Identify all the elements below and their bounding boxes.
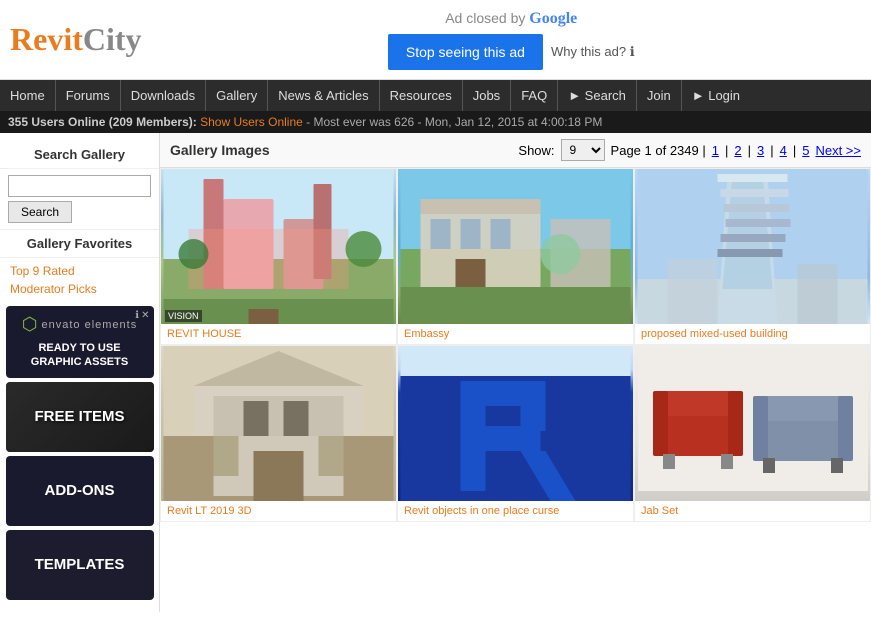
pagination-text: Page 1 of 2349 | xyxy=(611,143,706,158)
envato-leaf-icon: ⬡ xyxy=(22,314,38,335)
embassy-svg xyxy=(398,169,633,324)
header: RevitCity Ad closed by Google Stop seein… xyxy=(0,0,871,80)
addons-label: ADD-ONS xyxy=(45,482,115,499)
jab-svg xyxy=(638,345,868,491)
page-1-link[interactable]: 1 xyxy=(712,143,719,158)
free-items-label: FREE ITEMS xyxy=(34,408,124,425)
next-page-link[interactable]: Next >> xyxy=(815,143,861,158)
ad-close-icon[interactable]: ✕ xyxy=(141,310,149,321)
gallery-image-embassy xyxy=(398,169,633,324)
search-gallery-title: Search Gallery xyxy=(0,141,159,169)
ad-area: Ad closed by Google Stop seeing this ad … xyxy=(162,10,861,70)
nav-jobs[interactable]: Jobs xyxy=(463,80,510,111)
revitobj-svg xyxy=(398,346,633,501)
page-3-link[interactable]: 3 xyxy=(757,143,764,158)
online-count: 355 Users Online (209 Members): xyxy=(8,115,197,129)
search-input[interactable] xyxy=(8,175,151,197)
show-users-link[interactable]: Show Users Online xyxy=(200,115,303,129)
gallery-label-6[interactable]: Jab Set xyxy=(635,501,870,521)
addons-ad[interactable]: ADD-ONS xyxy=(6,456,154,526)
status-suffix: - Most ever was 626 - Mon, Jan 12, 2015 … xyxy=(306,115,602,129)
gallery-item-3[interactable]: proposed mixed-used building xyxy=(634,168,871,345)
nav-home[interactable]: Home xyxy=(0,80,55,111)
gallery-item-2[interactable]: Embassy xyxy=(397,168,634,345)
page-2-link[interactable]: 2 xyxy=(734,143,741,158)
nav-forums[interactable]: Forums xyxy=(56,80,120,111)
gallery-title: Gallery Images xyxy=(170,142,270,158)
tower-svg xyxy=(635,169,870,324)
page-4-link[interactable]: 4 xyxy=(780,143,787,158)
nav-list: Home Forums Downloads Gallery News & Art… xyxy=(0,80,871,111)
ad-info-icon[interactable]: ℹ xyxy=(135,310,139,321)
nav-gallery[interactable]: Gallery xyxy=(206,80,267,111)
templates-label: TEMPLATES xyxy=(35,556,125,573)
gallery-label-5[interactable]: Revit objects in one place curse xyxy=(398,501,633,521)
nav-downloads[interactable]: Downloads xyxy=(121,80,205,111)
envato-logo: ⬡ envato elements xyxy=(14,314,146,335)
gallery-image-revitobj xyxy=(398,346,633,501)
envato-tagline: READY TO USEGRAPHIC ASSETS xyxy=(14,341,146,370)
sidebar: Search Gallery Search Gallery Favorites … xyxy=(0,133,160,612)
gallery-item-6[interactable]: Jab Set xyxy=(634,345,871,522)
gallery-image-jab xyxy=(635,346,870,501)
nav-resources[interactable]: Resources xyxy=(380,80,462,111)
ad-closed-text: Ad closed by Google xyxy=(445,10,577,28)
page-5-link[interactable]: 5 xyxy=(802,143,809,158)
gallery-label-2[interactable]: Embassy xyxy=(398,324,633,344)
templates-ad[interactable]: TEMPLATES xyxy=(6,530,154,600)
show-label: Show: xyxy=(518,143,554,158)
gallery-image-house: VISION xyxy=(161,169,396,324)
gallery-image-tower xyxy=(635,169,870,324)
gallery-controls: Show: 9 18 27 36 Page 1 of 2349 | 1 | 2 … xyxy=(518,139,861,161)
gallery-favorites: Top 9 Rated Moderator Picks xyxy=(0,258,159,302)
envato-brand-text: envato elements xyxy=(42,319,138,331)
gallery-label-4[interactable]: Revit LT 2019 3D xyxy=(161,501,396,521)
nav-join[interactable]: Join xyxy=(637,80,681,111)
revitlt-svg xyxy=(161,346,396,501)
free-items-ad[interactable]: FREE ITEMS xyxy=(6,382,154,452)
nav-news[interactable]: News & Articles xyxy=(268,80,378,111)
search-button[interactable]: Search xyxy=(8,201,72,223)
gallery-grid: VISION REVIT HOUSE xyxy=(160,168,871,522)
envato-ad[interactable]: ℹ ✕ ⬡ envato elements READY TO USEGRAPHI… xyxy=(6,306,154,378)
gallery-item-4[interactable]: Revit LT 2019 3D xyxy=(160,345,397,522)
house-svg xyxy=(161,169,396,324)
main-layout: Search Gallery Search Gallery Favorites … xyxy=(0,133,871,612)
nav-faq[interactable]: FAQ xyxy=(511,80,557,111)
gallery-label-3[interactable]: proposed mixed-used building xyxy=(635,324,870,344)
gallery-label-1[interactable]: REVIT HOUSE xyxy=(161,324,396,344)
gallery-item-5[interactable]: Revit objects in one place curse xyxy=(397,345,634,522)
fav-moderator[interactable]: Moderator Picks xyxy=(10,280,149,298)
ad-close-icons: ℹ ✕ xyxy=(135,310,149,321)
gallery-header: Gallery Images Show: 9 18 27 36 Page 1 o… xyxy=(160,133,871,168)
ad-buttons: Stop seeing this ad Why this ad? ℹ xyxy=(388,34,635,70)
gallery-img-watermark: VISION xyxy=(165,310,202,322)
nav-search[interactable]: ► Search xyxy=(558,80,636,111)
gallery-item-1[interactable]: VISION REVIT HOUSE xyxy=(160,168,397,345)
nav-login[interactable]: ► Login xyxy=(682,80,750,111)
google-label: Google xyxy=(529,10,577,27)
status-bar: 355 Users Online (209 Members): Show Use… xyxy=(0,111,871,133)
show-select[interactable]: 9 18 27 36 xyxy=(561,139,605,161)
stop-ad-button[interactable]: Stop seeing this ad xyxy=(388,34,543,70)
fav-top9[interactable]: Top 9 Rated xyxy=(10,262,149,280)
gallery-main: Gallery Images Show: 9 18 27 36 Page 1 o… xyxy=(160,133,871,612)
gallery-favorites-title: Gallery Favorites xyxy=(0,229,159,258)
main-nav: Home Forums Downloads Gallery News & Art… xyxy=(0,80,871,111)
site-logo[interactable]: RevitCity xyxy=(10,21,142,58)
search-form: Search xyxy=(0,169,159,229)
why-ad-button[interactable]: Why this ad? ℹ xyxy=(551,44,635,60)
gallery-image-revitlt xyxy=(161,346,396,501)
